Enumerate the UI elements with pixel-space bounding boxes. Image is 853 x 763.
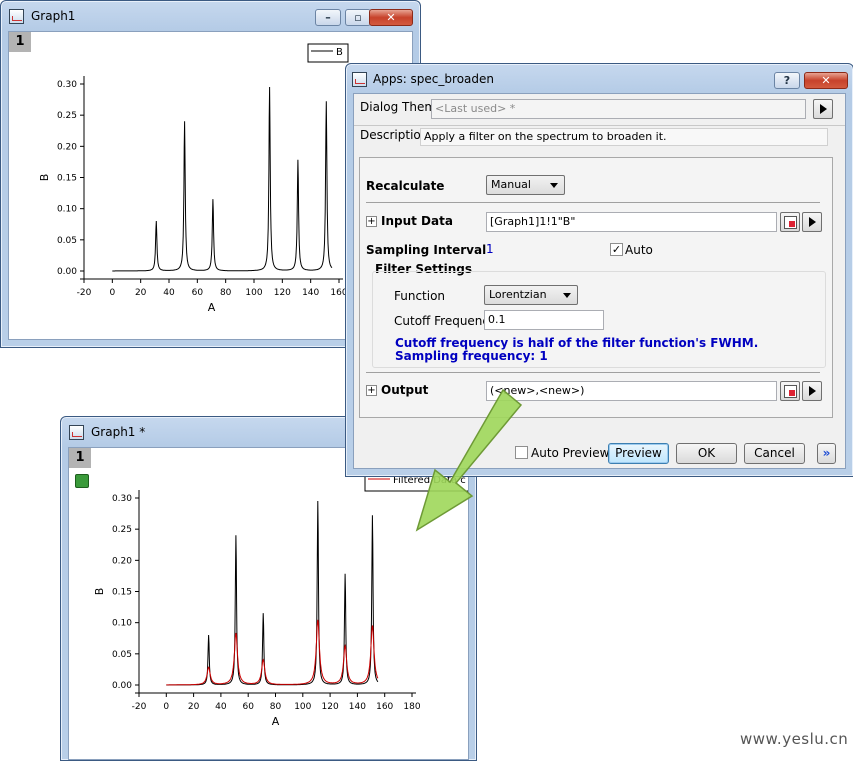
x-tick-label: 40 xyxy=(163,288,175,298)
chevron-down-icon xyxy=(550,183,558,188)
close-button[interactable]: ✕ xyxy=(369,9,413,26)
preview-button[interactable]: Preview xyxy=(608,443,669,464)
x-tick-label: 80 xyxy=(220,288,232,298)
dialog-close-button[interactable]: ✕ xyxy=(804,72,848,89)
x-tick-label: -20 xyxy=(77,288,92,298)
x-tick-label: 140 xyxy=(349,702,366,712)
auto-label: Auto xyxy=(625,243,653,257)
arrow-right-icon xyxy=(809,386,816,396)
output-pick-button[interactable] xyxy=(780,381,800,401)
cancel-button[interactable]: Cancel xyxy=(744,443,805,464)
auto-preview-label: Auto Preview xyxy=(531,446,610,460)
y-tick-label: 0.05 xyxy=(57,236,77,246)
dialog-title: Apps: spec_broaden xyxy=(373,72,494,86)
cutoff-info-text: Cutoff frequency is half of the filter f… xyxy=(395,336,759,350)
output-label: Output xyxy=(381,383,429,397)
y-tick-label: 0.15 xyxy=(112,588,132,598)
function-select[interactable]: Lorentzian xyxy=(484,285,578,305)
ok-button[interactable]: OK xyxy=(676,443,737,464)
graph-window-icon xyxy=(69,425,84,440)
y-tick-label: 0.00 xyxy=(112,681,132,691)
expand-output-icon[interactable]: + xyxy=(366,385,377,396)
recalculate-label: Recalculate xyxy=(366,179,445,193)
x-tick-label: 40 xyxy=(215,702,227,712)
y-tick-label: 0.10 xyxy=(112,619,132,629)
y-tick-label: 0.05 xyxy=(112,650,132,660)
input-pick-button[interactable] xyxy=(780,212,800,232)
range-picker-icon xyxy=(784,216,797,229)
x-tick-label: 0 xyxy=(163,702,169,712)
chevron-down-icon xyxy=(563,293,571,298)
x-tick-label: 140 xyxy=(302,288,319,298)
legend-label: B xyxy=(336,47,343,58)
settings-panel: Recalculate Manual + Input Data [Graph1]… xyxy=(359,157,833,418)
range-picker-icon xyxy=(784,385,797,398)
x-tick-label: 100 xyxy=(245,288,262,298)
function-label: Function xyxy=(394,289,446,303)
input-menu-button[interactable] xyxy=(802,212,822,232)
x-tick-label: 20 xyxy=(135,288,147,298)
y-tick-label: 0.30 xyxy=(57,80,77,90)
recalculate-select[interactable]: Manual xyxy=(486,175,565,195)
y-tick-label: 0.25 xyxy=(57,111,77,121)
graph1-title: Graph1 xyxy=(31,9,76,23)
arrow-right-icon xyxy=(820,104,827,114)
description-field: Apply a filter on the spectrum to broade… xyxy=(420,128,828,146)
x-axis-label: A xyxy=(208,301,216,314)
y-tick-label: 0.25 xyxy=(112,525,132,535)
y-tick-label: 0.30 xyxy=(112,494,132,504)
series-line-1 xyxy=(112,86,333,272)
graph2-title: Graph1 * xyxy=(91,425,146,439)
x-tick-label: -20 xyxy=(132,702,147,712)
expand-input-icon[interactable]: + xyxy=(366,216,377,227)
auto-preview-checkbox[interactable] xyxy=(515,446,528,459)
y-tick-label: 0.10 xyxy=(57,205,77,215)
watermark: www.yeslu.cn xyxy=(740,730,849,748)
maximize-button[interactable]: ▫ xyxy=(345,9,371,26)
graph2-page[interactable]: 1 0.00 0.05 0.10 0.15 0.20 0.25 0.30 -20 0 20 40 60… xyxy=(68,447,471,760)
auto-checkbox[interactable]: ✓ xyxy=(610,243,623,256)
y-tick-label: 0.15 xyxy=(57,174,77,184)
app-icon xyxy=(352,72,367,87)
dialog-body: Dialog Theme <Last used> * Description A… xyxy=(353,93,846,469)
cutoff-frequency-input[interactable]: 0.1 xyxy=(484,310,604,330)
theme-menu-button[interactable] xyxy=(813,99,833,119)
arrow-right-icon xyxy=(809,217,816,227)
x-tick-label: 60 xyxy=(192,288,204,298)
sampling-info-text: Sampling frequency: 1 xyxy=(395,349,548,363)
dialog-theme-field[interactable]: <Last used> * xyxy=(431,99,806,119)
sampling-interval-value: 1 xyxy=(486,242,494,256)
x-tick-label: 180 xyxy=(403,702,420,712)
output-menu-button[interactable] xyxy=(802,381,822,401)
y-axis-label: B xyxy=(93,588,106,596)
graph-window-icon xyxy=(9,9,24,24)
input-data-label: Input Data xyxy=(381,214,453,228)
graph1-titlebar[interactable]: Graph1 – ▫ ✕ xyxy=(1,1,420,31)
x-axis-label: A xyxy=(272,715,280,728)
dialog-titlebar[interactable]: Apps: spec_broaden ? ✕ xyxy=(346,64,853,94)
y-tick-label: 0.20 xyxy=(57,142,77,152)
x-tick-label: 100 xyxy=(294,702,311,712)
x-tick-label: 160 xyxy=(376,702,393,712)
y-tick-label: 0.20 xyxy=(112,556,132,566)
x-tick-label: 120 xyxy=(274,288,291,298)
minimize-button[interactable]: – xyxy=(315,9,341,26)
y-axis-label: B xyxy=(38,174,51,182)
y-tick-label: 0.00 xyxy=(57,267,77,277)
graph2-plot[interactable]: 0.00 0.05 0.10 0.15 0.20 0.25 0.30 -20 0 20 40 60 80… xyxy=(69,448,471,760)
sampling-interval-label: Sampling Interval xyxy=(366,243,487,257)
input-data-field[interactable]: [Graph1]1!1"B" xyxy=(486,212,777,232)
x-tick-label: 120 xyxy=(322,702,339,712)
description-label: Description xyxy=(360,128,429,142)
help-button[interactable]: ? xyxy=(774,72,800,89)
x-tick-label: 80 xyxy=(270,702,282,712)
x-tick-label: 0 xyxy=(109,288,115,298)
cutoff-frequency-label: Cutoff Frequency xyxy=(394,314,497,328)
x-tick-label: 20 xyxy=(188,702,200,712)
output-field[interactable]: (<new>,<new>) xyxy=(486,381,777,401)
x-tick-label: 60 xyxy=(242,702,254,712)
spec-broaden-dialog: Apps: spec_broaden ? ✕ Dialog Theme <Las… xyxy=(345,63,853,477)
more-options-button[interactable]: » xyxy=(817,443,836,464)
